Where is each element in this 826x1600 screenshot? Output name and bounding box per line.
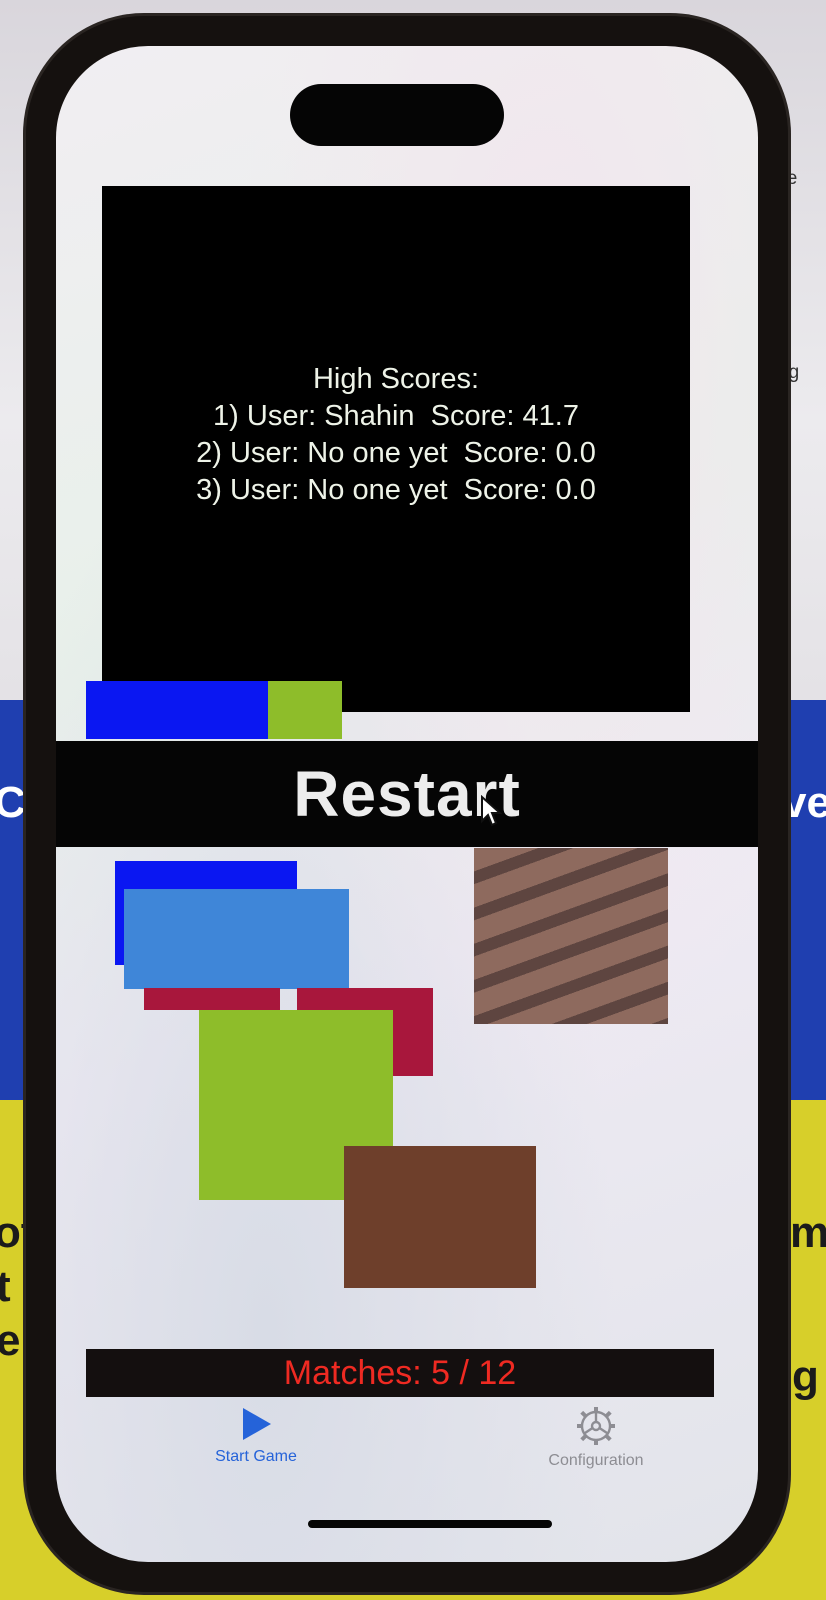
- tab-configuration[interactable]: Configuration: [516, 1406, 676, 1470]
- high-score-entry: 1) User: Shahin Score: 41.7: [213, 400, 579, 432]
- app-screen: High Scores: 1) User: Shahin Score: 41.7…: [56, 46, 758, 1562]
- card-crimson[interactable]: [144, 988, 280, 1010]
- card-blue-partial[interactable]: [86, 681, 268, 739]
- high-scores-title: High Scores:: [312, 363, 479, 395]
- gear-icon: [577, 1407, 615, 1445]
- mouse-cursor-icon: [481, 795, 502, 827]
- tab-start-game-label: Start Game: [215, 1448, 297, 1465]
- tab-start-game[interactable]: Start Game: [176, 1406, 336, 1466]
- card-brown-texture[interactable]: [474, 848, 668, 1024]
- background-text-fragment: g: [792, 1352, 819, 1401]
- restart-bar: Restart: [56, 741, 758, 847]
- high-score-entry: 3) User: No one yet Score: 0.0: [196, 474, 596, 506]
- background-text-fragment: e: [0, 1316, 21, 1365]
- restart-button[interactable]: Restart: [56, 741, 758, 847]
- dynamic-island: [290, 84, 504, 146]
- background-text-fragment: ve: [782, 778, 826, 827]
- tab-configuration-label: Configuration: [548, 1452, 644, 1469]
- play-icon: [243, 1408, 271, 1440]
- card-brown[interactable]: [344, 1146, 536, 1288]
- phone-frame: High Scores: 1) User: Shahin Score: 41.7…: [26, 16, 788, 1592]
- matches-counter: Matches: 5 / 12: [86, 1349, 714, 1397]
- home-indicator: [308, 1520, 552, 1528]
- high-score-entry: 2) User: No one yet Score: 0.0: [196, 437, 596, 469]
- card-green-partial[interactable]: [268, 681, 342, 739]
- background-text-fragment: t: [0, 1262, 11, 1311]
- background-text-fragment: m: [790, 1208, 826, 1257]
- high-scores-panel: High Scores: 1) User: Shahin Score: 41.7…: [102, 186, 690, 712]
- card-light-blue[interactable]: [124, 889, 349, 989]
